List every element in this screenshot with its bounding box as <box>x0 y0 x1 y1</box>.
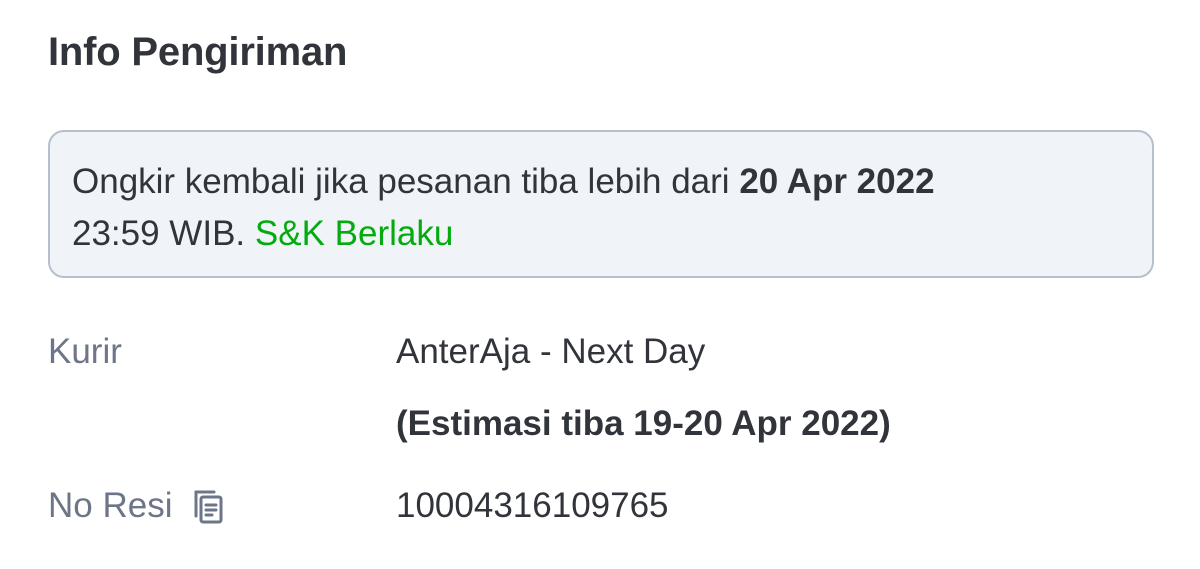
shipping-guarantee-notice: Ongkir kembali jika pesanan tiba lebih d… <box>48 130 1154 278</box>
receipt-number: 10004316109765 <box>396 486 669 525</box>
copy-icon[interactable] <box>190 486 226 526</box>
shipping-info-section: Info Pengiriman Ongkir kembali jika pesa… <box>0 0 1200 569</box>
notice-text-before: Ongkir kembali jika pesanan tiba lebih d… <box>72 162 740 201</box>
courier-value: AnterAja - Next Day <box>396 332 706 371</box>
notice-text: Ongkir kembali jika pesanan tiba lebih d… <box>72 156 1130 260</box>
courier-estimate: (Estimasi tiba 19-20 Apr 2022) <box>396 404 891 443</box>
section-title: Info Pengiriman <box>48 30 348 74</box>
receipt-label: No Resi <box>48 486 173 525</box>
terms-link[interactable]: S&K Berlaku <box>255 214 453 253</box>
courier-label: Kurir <box>48 332 122 371</box>
notice-text-after: 23:59 WIB. <box>72 214 255 253</box>
receipt-label-group: No Resi <box>48 482 226 530</box>
notice-deadline-date: 20 Apr 2022 <box>739 162 935 201</box>
